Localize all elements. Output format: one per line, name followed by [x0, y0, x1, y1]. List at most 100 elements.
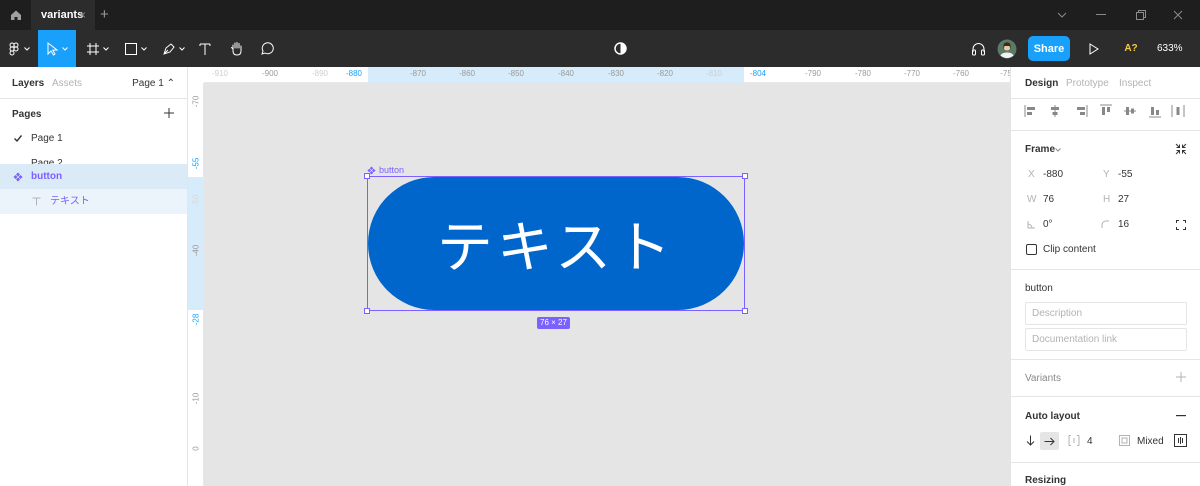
ruler-tick: -770: [903, 69, 921, 78]
move-tool-button[interactable]: [38, 30, 76, 67]
frame-heading[interactable]: Frame: [1025, 144, 1055, 155]
home-icon[interactable]: [0, 0, 31, 30]
tab-inspect[interactable]: Inspect: [1119, 78, 1151, 89]
corner-radius-icon: [1101, 220, 1109, 228]
spacing-icon: [1068, 435, 1080, 446]
padding-field[interactable]: Mixed: [1137, 436, 1164, 447]
layer-item-button[interactable]: button: [0, 164, 187, 189]
ruler-horizontal: -910 -900 -890 -880 -870 -860 -850 -840 …: [204, 67, 1012, 83]
zoom-menu[interactable]: 633%: [1157, 30, 1183, 67]
close-tab-icon[interactable]: ×: [79, 0, 86, 30]
chevron-down-icon[interactable]: [1047, 0, 1077, 30]
rotation-field[interactable]: 0°: [1043, 219, 1053, 230]
frame-tool-button[interactable]: [80, 30, 114, 67]
alignment-settings-icon[interactable]: [1174, 434, 1187, 447]
ruler-tick: -830: [607, 69, 625, 78]
tab-prototype[interactable]: Prototype: [1066, 78, 1109, 89]
x-field[interactable]: -880: [1043, 169, 1063, 180]
auto-layout-label: Auto layout: [1025, 411, 1080, 422]
hand-tool-button[interactable]: [226, 30, 248, 67]
accessibility-button[interactable]: A?: [1120, 30, 1142, 67]
ruler-tick: -28: [191, 313, 201, 326]
align-top-icon[interactable]: [1099, 104, 1113, 118]
variants-label: Variants: [1025, 373, 1061, 384]
dimensions-badge: 76 × 27: [537, 317, 570, 329]
file-tab-label: variants: [41, 9, 84, 21]
remove-auto-layout-icon[interactable]: [1176, 415, 1186, 417]
component-icon: [367, 165, 376, 175]
ruler-tick: -55: [191, 157, 201, 170]
new-tab-button[interactable]: +: [100, 0, 109, 30]
align-left-icon[interactable]: [1024, 104, 1038, 118]
align-horizontal-center-icon[interactable]: [1048, 104, 1062, 118]
close-window-icon[interactable]: [1163, 0, 1193, 30]
documentation-link-field[interactable]: Documentation link: [1025, 328, 1187, 351]
ruler-tick: -70: [191, 95, 201, 108]
clip-content-checkbox[interactable]: [1026, 244, 1037, 255]
pen-tool-button[interactable]: [156, 30, 190, 67]
page-selector[interactable]: Page 1 ⌃: [132, 78, 175, 89]
share-button[interactable]: Share: [1028, 36, 1070, 61]
align-right-icon[interactable]: [1074, 104, 1088, 118]
cursor-icon: [47, 41, 58, 56]
resizing-label: Resizing: [1025, 475, 1067, 486]
frame-label[interactable]: button: [367, 165, 404, 175]
h-label: H: [1103, 194, 1111, 205]
ruler-tick: 0: [191, 446, 201, 451]
ruler-tick: -804: [749, 69, 767, 78]
page-item-page-2[interactable]: Page 2: [0, 154, 188, 164]
page-item-label: Page 1: [31, 133, 63, 144]
ruler-tick: -870: [409, 69, 427, 78]
pages-heading: Pages: [12, 109, 42, 120]
y-field[interactable]: -55: [1118, 169, 1132, 180]
direction-horizontal-button[interactable]: [1040, 432, 1059, 450]
theme-toggle-icon[interactable]: [610, 30, 630, 67]
ruler-tick: -760: [952, 69, 970, 78]
description-field[interactable]: Description: [1025, 302, 1187, 325]
align-bottom-icon[interactable]: [1148, 104, 1162, 118]
avatar[interactable]: [996, 30, 1018, 67]
divider: [0, 98, 187, 99]
shape-tool-button[interactable]: [118, 30, 152, 67]
y-label: Y: [1103, 169, 1110, 180]
component-name: button: [1025, 283, 1053, 294]
zoom-level: 633%: [1157, 43, 1183, 54]
add-variant-icon[interactable]: [1176, 372, 1186, 382]
file-tab[interactable]: variants ×: [31, 0, 95, 30]
button-component[interactable]: テキスト: [368, 177, 744, 310]
restore-icon[interactable]: [1126, 0, 1156, 30]
minimize-icon[interactable]: [1086, 0, 1116, 30]
text-icon: [32, 197, 41, 206]
chevron-down-icon[interactable]: [1055, 148, 1061, 152]
spacing-field[interactable]: 4: [1087, 436, 1093, 447]
headphones-icon[interactable]: [968, 30, 988, 67]
corner-radius-field[interactable]: 16: [1118, 219, 1129, 230]
add-page-icon[interactable]: [164, 105, 174, 123]
ruler-tick: -880: [345, 69, 363, 78]
align-vertical-center-icon[interactable]: [1123, 104, 1137, 118]
layer-item-text[interactable]: テキスト: [0, 189, 187, 214]
height-field[interactable]: 27: [1118, 194, 1129, 205]
title-bar: variants × +: [0, 0, 1200, 30]
comment-tool-button[interactable]: [256, 30, 278, 67]
divider: [1011, 462, 1200, 463]
main-menu-button[interactable]: [0, 30, 38, 67]
distribute-icon[interactable]: [1171, 104, 1185, 118]
comment-icon: [260, 42, 274, 55]
ruler-vertical: -70 -55 -50 -40 -28 -10 0: [188, 83, 204, 486]
page-item-page-1[interactable]: Page 1: [0, 129, 188, 149]
resize-to-fit-icon[interactable]: [1175, 143, 1187, 155]
present-icon[interactable]: [1086, 30, 1102, 67]
arrow-down-icon[interactable]: [1026, 435, 1035, 446]
figma-logo-icon: [9, 42, 18, 55]
tab-design[interactable]: Design: [1025, 78, 1058, 89]
independent-corners-icon[interactable]: [1176, 220, 1186, 230]
ruler-tick: -790: [804, 69, 822, 78]
divider: [1011, 396, 1200, 397]
text-tool-button[interactable]: [194, 30, 216, 67]
page-item-label: Page 2: [31, 158, 63, 164]
tab-layers[interactable]: Layers: [12, 78, 44, 89]
width-field[interactable]: 76: [1043, 194, 1054, 205]
w-label: W: [1027, 194, 1037, 205]
tab-assets[interactable]: Assets: [52, 78, 82, 89]
